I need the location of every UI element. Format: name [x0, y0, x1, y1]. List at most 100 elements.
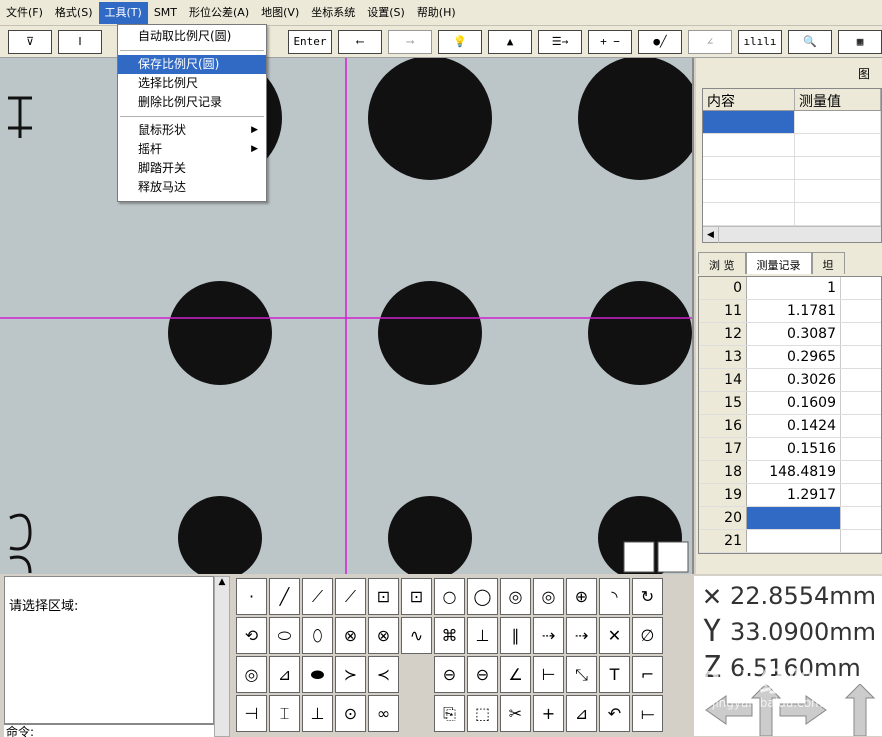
tab-browse[interactable]: 浏 览	[698, 252, 746, 274]
dropdown-item[interactable]: 选择比例尺	[118, 74, 266, 93]
dropdown-item[interactable]: 脚踏开关	[118, 159, 266, 178]
tool-i-beam-icon[interactable]: ⌶	[269, 695, 300, 732]
menu-format[interactable]: 格式(S)	[49, 2, 99, 24]
tool-arc-icon[interactable]: ◝	[599, 578, 630, 615]
menu-file[interactable]: 文件(F)	[0, 2, 49, 24]
record-row[interactable]: 21	[699, 530, 881, 553]
tool-angle-open-icon[interactable]: ≻	[335, 656, 366, 693]
tab-map[interactable]: 坦	[811, 252, 845, 274]
tool-circle-icon[interactable]: ○	[434, 578, 465, 615]
tool-triangle-icon[interactable]: ⊿	[566, 695, 597, 732]
record-row[interactable]: 17 0.1516	[699, 438, 881, 461]
record-row[interactable]: 18 148.4819	[699, 461, 881, 484]
tool-angle-icon[interactable]: ∠	[500, 656, 531, 693]
tool-select-icon[interactable]: ⬚	[467, 695, 498, 732]
light-button[interactable]: 💡	[438, 29, 482, 54]
record-row[interactable]: 12 0.3087	[699, 323, 881, 346]
content-row[interactable]	[703, 203, 881, 226]
menu-settings[interactable]: 设置(S)	[361, 2, 411, 24]
record-row[interactable]: 20	[699, 507, 881, 530]
tool-theta-icon[interactable]: ⊖	[434, 656, 465, 693]
tool-dash-icon[interactable]: ⇢	[533, 617, 564, 654]
tool-glasses-icon[interactable]: ∞	[368, 695, 399, 732]
tool-pill-icon[interactable]: ⬬	[302, 656, 333, 693]
tool-h-measure-icon[interactable]: ⊣	[236, 695, 267, 732]
record-row[interactable]: 13 0.2965	[699, 346, 881, 369]
record-row[interactable]: 11 1.1781	[699, 300, 881, 323]
enter-button[interactable]: Enter	[288, 29, 332, 54]
pattern-button[interactable]: ▦	[838, 29, 882, 54]
content-row[interactable]	[703, 134, 881, 157]
tool-target2-icon[interactable]: ◎	[533, 578, 564, 615]
list-button[interactable]: ☰→	[538, 29, 582, 54]
tool-plus-circle-icon[interactable]: ⊕	[566, 578, 597, 615]
menu-smt[interactable]: SMT	[148, 2, 183, 24]
menu-tolerance[interactable]: 形位公差(A)	[183, 2, 255, 24]
command-line[interactable]: 命令:	[4, 724, 214, 737]
menu-tools[interactable]: 工具(T)	[98, 1, 148, 24]
tool-target-icon[interactable]: ◎	[500, 578, 531, 615]
content-row[interactable]	[703, 111, 881, 134]
tool-cone-icon[interactable]: ⊿	[269, 656, 300, 693]
tool-angle2-icon[interactable]: ≺	[368, 656, 399, 693]
tool-theta2-icon[interactable]: ⊖	[467, 656, 498, 693]
tool-ellipse-icon[interactable]: ⬭	[269, 617, 300, 654]
tool-rect-arrow2-icon[interactable]: ⊡	[401, 578, 432, 615]
dropdown-item[interactable]: 自动取比例尺(圆)	[118, 27, 266, 46]
menu-help[interactable]: 帮助(H)	[411, 2, 462, 24]
record-row[interactable]: 01	[699, 277, 881, 300]
tool-rect-arrow-icon[interactable]: ⊡	[368, 578, 399, 615]
arrow-right-button[interactable]: ⟶	[388, 29, 432, 54]
camera-viewer[interactable]	[0, 58, 694, 574]
scroll-up-icon[interactable]: ▲	[219, 577, 226, 587]
tool-empty-set-icon[interactable]: ∅	[632, 617, 663, 654]
tool-crosshair-icon[interactable]: ⊗	[335, 617, 366, 654]
record-row[interactable]: 14 0.3026	[699, 369, 881, 392]
tool-pin-icon[interactable]: ⊙	[335, 695, 366, 732]
tool-h-bar-icon[interactable]: ⊢	[533, 656, 564, 693]
scroll-left-icon[interactable]: ◀	[703, 226, 719, 243]
tool-wave-icon[interactable]: ∿	[401, 617, 432, 654]
probe-button[interactable]: ●╱	[638, 29, 682, 54]
stage-down-button[interactable]: ⊽	[8, 29, 52, 54]
tool-link-icon[interactable]: ⟝	[632, 695, 663, 732]
plus-minus-button[interactable]: + −	[588, 29, 632, 54]
tool-blob-icon[interactable]: ⌘	[434, 617, 465, 654]
zoom-button[interactable]: 🔍	[788, 29, 832, 54]
menu-coord-system[interactable]: 坐标系统	[305, 2, 361, 24]
tool-copy-icon[interactable]: ⎘	[434, 695, 465, 732]
menu-map[interactable]: 地图(V)	[255, 2, 305, 24]
angle-button[interactable]: ∠	[688, 29, 732, 54]
content-scrollbar[interactable]: ◀	[703, 226, 881, 243]
dropdown-item[interactable]: 删除比例尺记录	[118, 93, 266, 112]
record-row[interactable]: 19 1.2917	[699, 484, 881, 507]
image-button[interactable]: ▲	[488, 29, 532, 54]
tool-text-icon[interactable]: T	[599, 656, 630, 693]
tool-perp2-icon[interactable]: ⊥	[302, 695, 333, 732]
tool-perp-icon[interactable]: ⊥	[467, 617, 498, 654]
tool-dash2-icon[interactable]: ⇢	[566, 617, 597, 654]
tool-circle2-icon[interactable]: ◯	[467, 578, 498, 615]
dropdown-item[interactable]: 释放马达	[118, 178, 266, 197]
tool-crosshair2-icon[interactable]: ⊗	[368, 617, 399, 654]
dropdown-item[interactable]: 鼠标形状 ▶	[118, 121, 266, 140]
tool-plus-icon[interactable]: +	[533, 695, 564, 732]
message-scrollbar[interactable]: ▲	[214, 576, 230, 737]
record-row[interactable]: 15 0.1609	[699, 392, 881, 415]
z-up-icon[interactable]	[844, 684, 876, 736]
tool-cut-icon[interactable]: ✂	[500, 695, 531, 732]
tool-arc2-icon[interactable]: ↻	[632, 578, 663, 615]
tool-point-icon[interactable]: ·	[236, 578, 267, 615]
dropdown-item[interactable]: 保存比例尺(圆)	[118, 55, 266, 74]
tool-arc3-icon[interactable]: ⟲	[236, 617, 267, 654]
tool-ellipse2-icon[interactable]: ⬯	[302, 617, 333, 654]
tool-undo-icon[interactable]: ↶	[599, 695, 630, 732]
tab-records[interactable]: 测量记录	[745, 252, 812, 274]
record-row[interactable]: 16 0.1424	[699, 415, 881, 438]
tool-line2-icon[interactable]: ⟋	[302, 578, 333, 615]
dropdown-item[interactable]: 摇杆 ▶	[118, 140, 266, 159]
tool-cross-icon[interactable]: ✕	[599, 617, 630, 654]
tool-corner-icon[interactable]: ⌐	[632, 656, 663, 693]
content-row[interactable]	[703, 180, 881, 203]
tool-diag-icon[interactable]: ⤡	[566, 656, 597, 693]
